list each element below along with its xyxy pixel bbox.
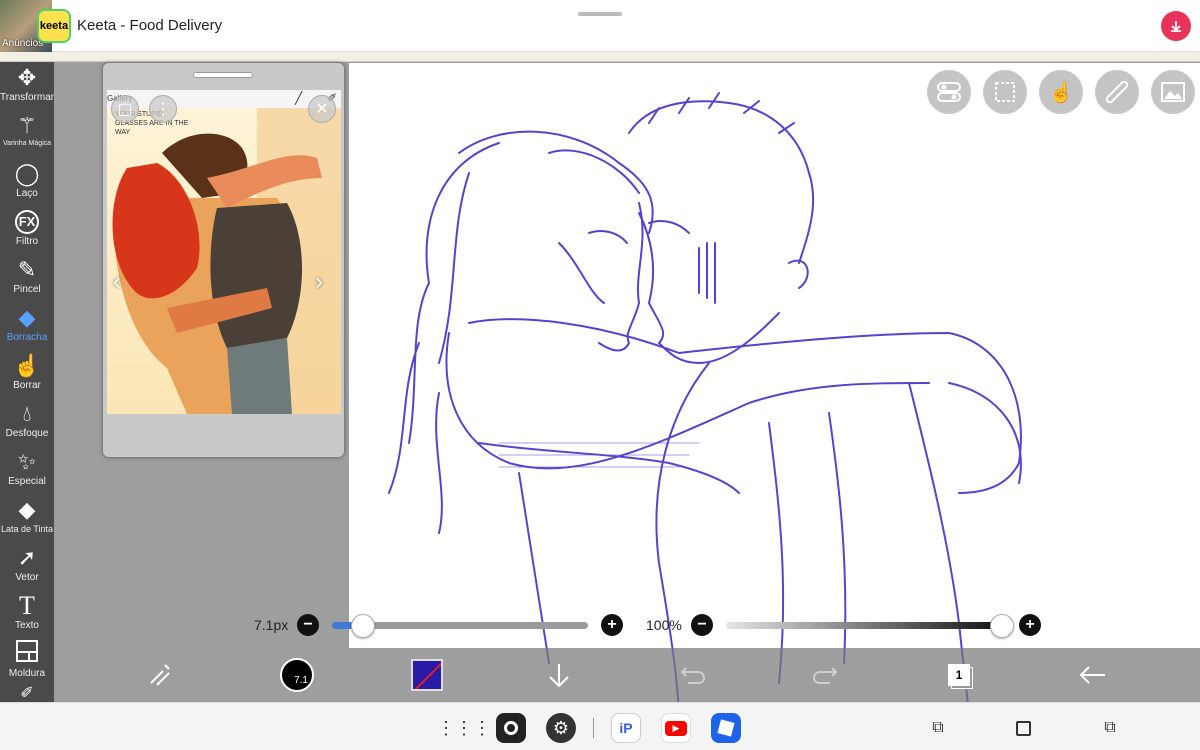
layers-button[interactable]: 1 xyxy=(934,648,984,702)
tool-label: Filtro xyxy=(15,236,39,247)
redo-icon[interactable] xyxy=(800,648,850,702)
reference-image: YOUR STUPID GLASSES ARE IN THE WAY xyxy=(107,108,341,414)
opacity-knob[interactable] xyxy=(990,614,1014,638)
tool-label: Borrar xyxy=(13,380,41,391)
ad-label: Anúncios xyxy=(2,38,44,49)
tool-pincel[interactable]: ✎ Pincel xyxy=(0,256,54,304)
tool-lata-de-tinta[interactable]: ◆ Lata de Tinta xyxy=(0,496,54,544)
undo-icon[interactable] xyxy=(668,648,718,702)
recent-apps-icon[interactable]: ⧉ xyxy=(1095,713,1125,743)
text-t-icon: T xyxy=(19,591,35,620)
size-plus-button[interactable]: + xyxy=(601,614,623,636)
opacity-label: 100% xyxy=(646,617,682,633)
move-arrows-icon: ✥ xyxy=(17,65,37,90)
keeta-logo-icon[interactable]: keeta xyxy=(37,9,71,43)
smudge-icon: ☝ xyxy=(13,353,41,378)
opacity-slider[interactable] xyxy=(726,622,1002,629)
tool-label: Lata de Tinta xyxy=(0,524,54,534)
download-arrow-icon[interactable] xyxy=(534,648,584,702)
chevron-left-icon[interactable]: ‹ xyxy=(113,268,121,296)
tool-sidebar: ✥ Transformar ⚚ Varinha Mágica ◯ Laço FX… xyxy=(0,62,54,702)
drag-handle[interactable] xyxy=(578,12,622,16)
reference-add-icon[interactable]: ▢ xyxy=(111,95,139,123)
ruler-icon[interactable] xyxy=(1095,70,1139,114)
eraser-icon: ◆ xyxy=(18,305,36,330)
current-color-swatch xyxy=(411,659,443,691)
tool-borrar[interactable]: ☝ Borrar xyxy=(0,352,54,400)
home-button-icon[interactable] xyxy=(1008,713,1038,743)
pen-icon: ╱ xyxy=(295,91,303,105)
reference-toolbar: Gallery ╱ ✐ xyxy=(107,90,341,108)
ibis-paint-app-icon[interactable]: iP xyxy=(611,713,641,743)
tool-vetor[interactable]: ➚ Vetor xyxy=(0,544,54,592)
back-arrow-icon[interactable] xyxy=(1067,648,1117,702)
toggle-settings-icon[interactable] xyxy=(927,70,971,114)
hand-gesture-icon[interactable]: ☝ xyxy=(1039,70,1083,114)
ad-banner[interactable]: Anúncios keeta Keeta - Food Delivery xyxy=(0,0,1200,52)
app-drawer-icon[interactable]: ⋮⋮⋮ xyxy=(437,713,491,743)
more-vertical-icon[interactable]: ⋮ xyxy=(149,95,177,123)
brush-preview: 7.1 xyxy=(280,658,314,692)
opacity-plus-button[interactable]: + xyxy=(1019,614,1041,636)
tool-laco[interactable]: ◯ Laço xyxy=(0,160,54,208)
system-navigation-bar: ⋮⋮⋮ ⚙ iP ▶ ⧉ ⧉ xyxy=(0,702,1200,750)
tool-varinha-magica[interactable]: ⚚ Varinha Mágica xyxy=(0,112,54,160)
tool-label: Borracha xyxy=(6,332,48,343)
brush-size-knob[interactable] xyxy=(351,614,375,638)
tool-filtro[interactable]: FX Filtro xyxy=(0,208,54,256)
color-picker-button[interactable] xyxy=(402,648,452,702)
special-sparkle-icon: ✨︎ xyxy=(17,449,37,474)
roblox-app-icon[interactable] xyxy=(711,713,741,743)
split-screen-icon[interactable]: ⧉ xyxy=(923,713,953,743)
tool-desfoque[interactable]: 💧︎ Desfoque xyxy=(0,400,54,448)
blur-drop-icon: 💧︎ xyxy=(22,401,32,426)
camera-app-icon[interactable] xyxy=(496,713,526,743)
tool-label: Varinha Mágica xyxy=(2,140,52,147)
tool-especial[interactable]: ✨︎ Especial xyxy=(0,448,54,496)
size-minus-button[interactable]: − xyxy=(297,614,319,636)
fx-icon: FX xyxy=(0,208,54,236)
brush-icon: ✎ xyxy=(17,257,37,282)
eyedropper-icon: ✐ xyxy=(20,685,34,702)
tool-label: Desfoque xyxy=(5,428,49,439)
tool-label: Moldura xyxy=(8,668,46,679)
chevron-right-icon[interactable]: › xyxy=(315,268,323,296)
youtube-app-icon[interactable]: ▶ xyxy=(661,713,691,743)
brush-size-label: 7.1px xyxy=(254,617,289,633)
tool-label: Laço xyxy=(16,188,38,199)
paint-bucket-icon: ◆ xyxy=(18,497,36,522)
tool-label: Vetor xyxy=(15,572,39,583)
ad-divider xyxy=(0,52,1200,62)
bottom-toolbar: 7.1 1 xyxy=(54,648,1200,702)
tool-moldura[interactable]: Moldura xyxy=(0,640,54,688)
magic-wand-icon: ⚚ xyxy=(17,113,37,138)
reference-drag-handle[interactable] xyxy=(193,72,253,78)
opacity-minus-button[interactable]: − xyxy=(691,614,713,636)
ad-title[interactable]: Keeta - Food Delivery xyxy=(77,17,222,34)
settings-gear-icon[interactable]: ⚙ xyxy=(546,713,576,743)
tool-label: Pincel xyxy=(13,284,41,295)
tool-label: Transformar xyxy=(0,92,55,103)
tool-transformar[interactable]: ✥ Transformar xyxy=(0,64,54,112)
brush-preview-button[interactable]: 7.1 xyxy=(272,648,322,702)
image-gallery-icon[interactable] xyxy=(1151,70,1195,114)
selection-icon[interactable] xyxy=(983,70,1027,114)
layers-icon: 1 xyxy=(948,664,970,686)
lasso-icon: ◯ xyxy=(14,161,40,186)
tool-borracha[interactable]: ◆ Borracha xyxy=(0,304,54,352)
close-icon[interactable]: ✕ xyxy=(308,95,336,123)
download-arrow-icon[interactable] xyxy=(1161,11,1191,41)
tool-label: Texto xyxy=(15,620,39,631)
swap-tool-icon[interactable] xyxy=(134,648,184,702)
cursor-arrow-icon: ➚ xyxy=(17,545,37,570)
tool-label: Especial xyxy=(8,476,46,487)
reference-window[interactable]: Gallery ╱ ✐ YOUR STUPID GLASSES ARE IN T… xyxy=(103,63,344,457)
frame-icon xyxy=(0,640,54,668)
dock-divider xyxy=(593,718,594,738)
tool-more[interactable]: ✐ xyxy=(0,686,54,702)
tool-texto[interactable]: T Texto xyxy=(0,592,54,640)
